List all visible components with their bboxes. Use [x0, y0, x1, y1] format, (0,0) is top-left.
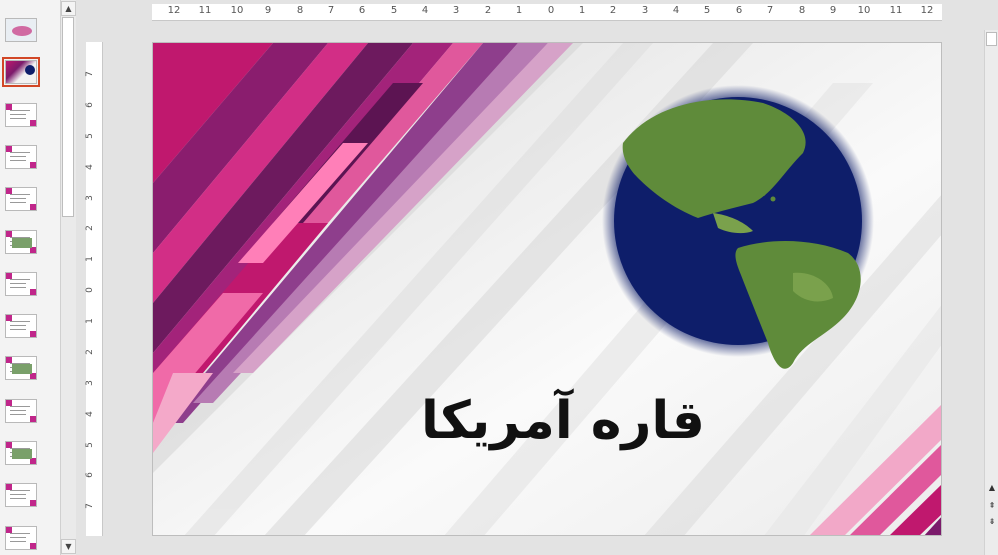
- ruler-label: 4: [421, 5, 429, 16]
- ruler-label: 4: [672, 5, 680, 16]
- ruler-label: 0: [84, 287, 95, 293]
- horizontal-ruler: 12 11 10 9 8 7 6 5 4 3 2 1 0 1 2 3 4 5 6 7 8 9 10 11 12: [152, 4, 942, 21]
- thumbnail-scrollbar[interactable]: ▲ ▼: [60, 0, 76, 555]
- ruler-label: 6: [358, 5, 366, 16]
- scrollbar-thumb[interactable]: [62, 17, 74, 217]
- ruler-label: 4: [84, 164, 95, 170]
- ruler-label: 1: [515, 5, 523, 16]
- ruler-label: 11: [889, 5, 903, 16]
- slide-thumbnail[interactable]: [5, 230, 37, 254]
- next-slide-button[interactable]: ⇟: [986, 516, 998, 528]
- scroll-down-button[interactable]: ▼: [61, 539, 76, 554]
- ruler-label: 8: [798, 5, 806, 16]
- ruler-label: 6: [84, 472, 95, 478]
- ruler-label: 5: [390, 5, 398, 16]
- ruler-label: 3: [452, 5, 460, 16]
- ruler-label: 9: [264, 5, 272, 16]
- slide-title[interactable]: قاره آمریکا: [373, 391, 753, 451]
- ruler-label: 2: [84, 225, 95, 231]
- ruler-label: 3: [84, 195, 95, 201]
- slide-thumbnail[interactable]: [5, 483, 37, 507]
- slide-thumbnail[interactable]: [5, 526, 37, 550]
- ruler-label: 1: [578, 5, 586, 16]
- ruler-label: 1: [84, 318, 95, 324]
- ruler-label: 6: [84, 102, 95, 108]
- ruler-label: 4: [84, 411, 95, 417]
- slide-thumbnail[interactable]: [5, 103, 37, 127]
- ruler-label: 8: [296, 5, 304, 16]
- ruler-label: 0: [547, 5, 555, 16]
- ruler-label: 2: [609, 5, 617, 16]
- slide-thumbnail[interactable]: [5, 314, 37, 338]
- slide-thumbnail[interactable]: [5, 441, 37, 465]
- slide-thumbnail-panel: [0, 0, 60, 555]
- slide-thumbnail[interactable]: [2, 57, 40, 87]
- ruler-label: 10: [230, 5, 244, 16]
- scroll-up-button[interactable]: ▲: [61, 1, 76, 16]
- scroll-up-button[interactable]: ▲: [986, 482, 998, 494]
- ruler-label: 11: [198, 5, 212, 16]
- slide-thumbnail[interactable]: [5, 356, 37, 380]
- ruler-label: 3: [84, 380, 95, 386]
- ruler-label: 9: [829, 5, 837, 16]
- editor-scrollbar[interactable]: ▲ ⇞ ⇟: [984, 30, 998, 555]
- ruler-label: 7: [84, 503, 95, 509]
- ruler-label: 7: [766, 5, 774, 16]
- ruler-label: 12: [920, 5, 934, 16]
- ruler-label: 3: [641, 5, 649, 16]
- scrollbar-thumb[interactable]: [986, 32, 997, 46]
- ruler-label: 7: [84, 71, 95, 77]
- ruler-label: 2: [484, 5, 492, 16]
- ruler-label: 12: [167, 5, 181, 16]
- ruler-label: 5: [84, 133, 95, 139]
- slide-background-art: [153, 43, 941, 535]
- slide-thumbnail[interactable]: [5, 18, 37, 42]
- ruler-label: 1: [84, 256, 95, 262]
- slide-thumbnail[interactable]: [5, 272, 37, 296]
- ruler-label: 6: [735, 5, 743, 16]
- slide-thumbnail[interactable]: [5, 187, 37, 211]
- ruler-label: 5: [703, 5, 711, 16]
- previous-slide-button[interactable]: ⇞: [986, 500, 998, 512]
- slide-thumbnail[interactable]: [5, 399, 37, 423]
- ruler-label: 2: [84, 349, 95, 355]
- ruler-label: 10: [857, 5, 871, 16]
- slide-canvas[interactable]: قاره آمریکا: [152, 42, 942, 536]
- ruler-label: 5: [84, 442, 95, 448]
- slide-thumbnail[interactable]: [5, 145, 37, 169]
- vertical-ruler: 7 6 5 4 3 2 1 0 1 2 3 4 5 6 7: [84, 42, 103, 536]
- ruler-label: 7: [327, 5, 335, 16]
